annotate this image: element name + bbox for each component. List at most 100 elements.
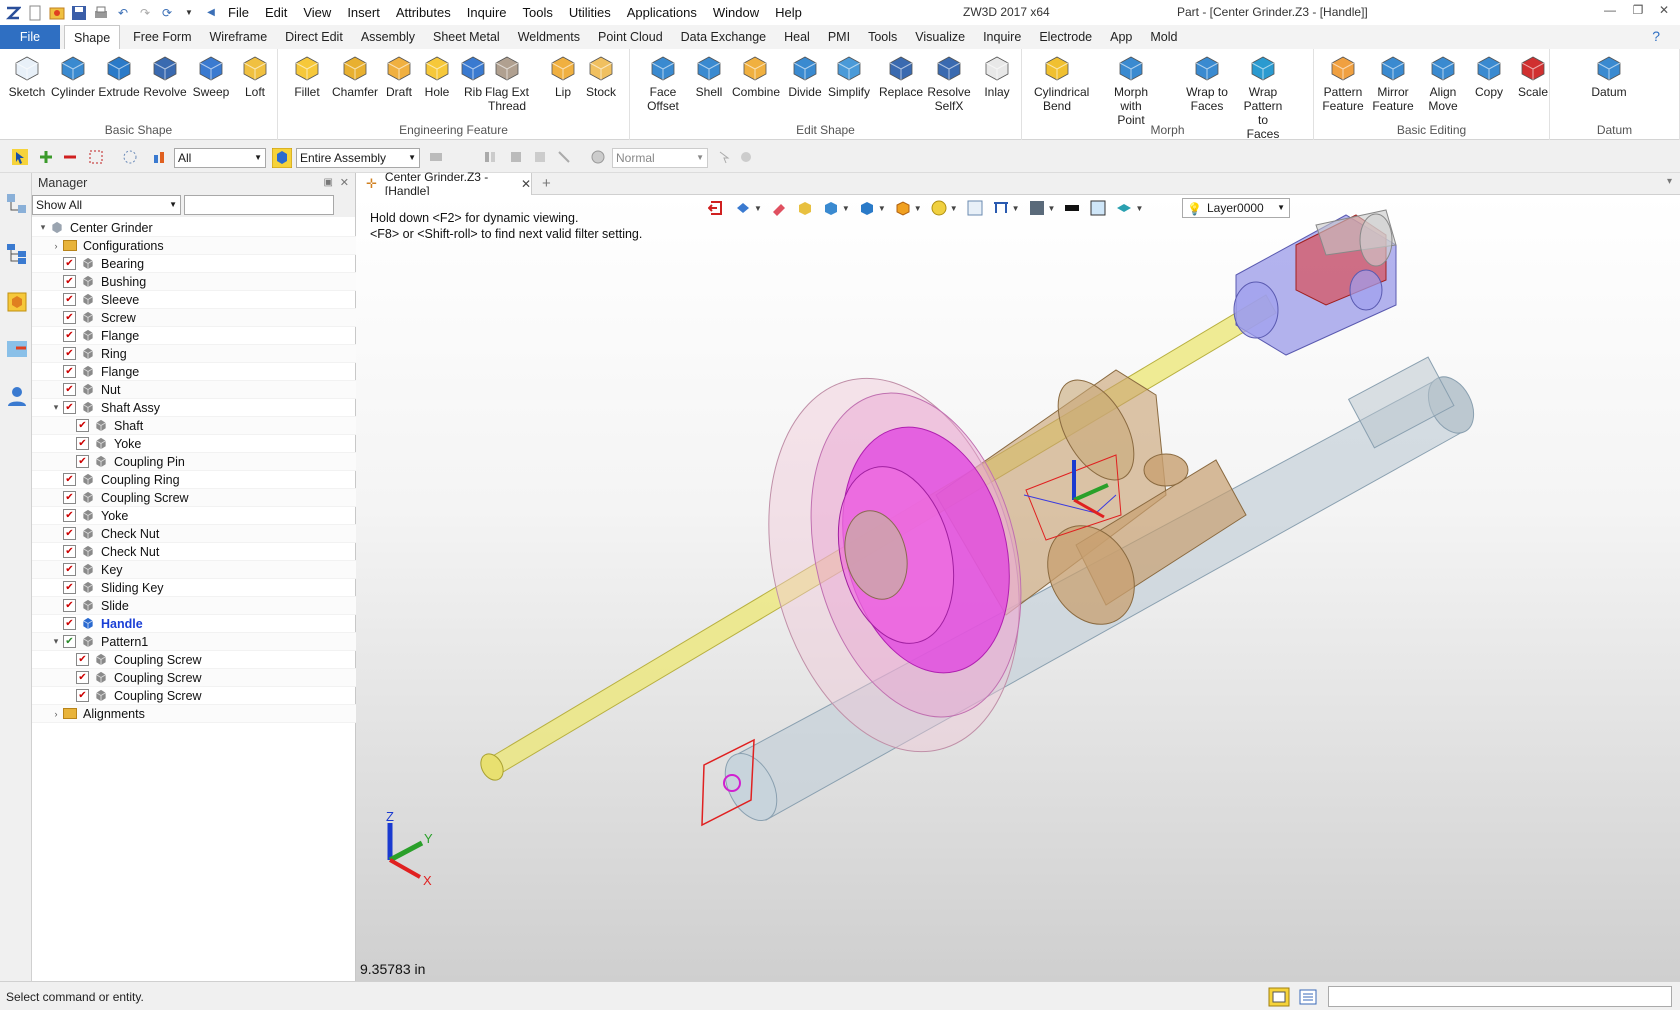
zoom-dropdown-icon[interactable]: ▼ xyxy=(950,204,958,213)
ribbon-tab-shape[interactable]: Shape xyxy=(64,25,121,49)
expand-icon[interactable]: › xyxy=(49,709,63,719)
chamfer-button[interactable]: Chamfer xyxy=(332,53,378,99)
menu-help[interactable]: Help xyxy=(767,0,810,25)
simplify-button[interactable]: Simplify xyxy=(826,53,872,99)
zoom-all-icon[interactable] xyxy=(930,199,948,217)
lasso-icon[interactable] xyxy=(122,149,138,165)
ribbon-tab-heal[interactable]: Heal xyxy=(775,25,819,49)
tree-node[interactable]: ✔ Coupling Pin xyxy=(32,453,356,471)
mirror-feature-button[interactable]: Mirror Feature xyxy=(1370,53,1416,113)
tree-node[interactable]: ✔ Coupling Screw xyxy=(32,669,356,687)
scope-select[interactable]: Entire Assembly ▼ xyxy=(296,148,420,168)
menu-window[interactable]: Window xyxy=(705,0,767,25)
visibility-checkbox[interactable]: ✔ xyxy=(63,527,76,540)
tree-node[interactable]: ✔ Bearing xyxy=(32,255,356,273)
wrap-to-faces-button[interactable]: Wrap to Faces xyxy=(1184,53,1230,113)
collapse-icon[interactable]: ▾ xyxy=(36,222,50,233)
visibility-checkbox[interactable]: ✔ xyxy=(63,257,76,270)
line-color-icon[interactable] xyxy=(1063,199,1081,217)
parts-library-icon[interactable] xyxy=(6,291,28,313)
visibility-checkbox[interactable]: ✔ xyxy=(63,347,76,360)
status-list-icon[interactable] xyxy=(1298,987,1318,1007)
ribbon-tab-visualize[interactable]: Visualize xyxy=(906,25,974,49)
3d-viewport[interactable]: Z Y X Hold down <F2> for dynamic viewing… xyxy=(356,195,1680,981)
tab-list-icon[interactable]: ▾ xyxy=(1667,176,1672,187)
snap-icon[interactable] xyxy=(590,149,606,165)
ribbon-tab-assembly[interactable]: Assembly xyxy=(352,25,424,49)
tree-node[interactable]: ✔ Screw xyxy=(32,309,356,327)
ribbon-tab-free-form[interactable]: Free Form xyxy=(124,25,200,49)
fillet-button[interactable]: Fillet xyxy=(284,53,330,99)
menu-insert[interactable]: Insert xyxy=(339,0,388,25)
tree-node[interactable]: ✔ Coupling Screw xyxy=(32,687,356,705)
restore-button[interactable]: ❐ xyxy=(1628,3,1648,21)
command-input[interactable] xyxy=(1328,986,1672,1007)
assembly-manager-icon[interactable] xyxy=(6,243,28,265)
visibility-checkbox[interactable]: ✔ xyxy=(63,401,76,414)
tree-node[interactable]: ▾ ✔ Shaft Assy xyxy=(32,399,356,417)
tree-node[interactable]: ✔ Nut xyxy=(32,381,356,399)
layer-select[interactable]: 💡 Layer0000 ▼ xyxy=(1182,198,1290,218)
iso-cube-icon[interactable] xyxy=(822,199,840,217)
menu-file[interactable]: File xyxy=(220,0,257,25)
toolbar-tool-5-icon[interactable] xyxy=(556,149,572,165)
menu-inquire[interactable]: Inquire xyxy=(459,0,515,25)
user-icon[interactable] xyxy=(6,385,28,407)
document-tab[interactable]: ✛ Center Grinder.Z3 - [Handle] ✕ xyxy=(356,170,532,198)
select-pointer-icon[interactable] xyxy=(12,149,28,165)
eraser-icon[interactable] xyxy=(770,199,788,217)
face-offset-button[interactable]: Face Offset xyxy=(640,53,686,113)
visibility-checkbox[interactable]: ✔ xyxy=(76,671,89,684)
iso-dropdown-icon[interactable]: ▼ xyxy=(842,204,850,213)
visibility-checkbox[interactable]: ✔ xyxy=(76,653,89,666)
background-dropdown-icon[interactable]: ▼ xyxy=(1048,204,1056,213)
undo-icon[interactable]: ↶ xyxy=(114,4,132,22)
visibility-checkbox[interactable]: ✔ xyxy=(76,419,89,432)
minimize-button[interactable]: — xyxy=(1600,3,1620,21)
toolbar-tool-3-icon[interactable] xyxy=(508,149,524,165)
tree-node[interactable]: ✔ Yoke xyxy=(32,435,356,453)
tree-search-input[interactable] xyxy=(184,195,334,215)
inlay-button[interactable]: Inlay xyxy=(974,53,1020,99)
ribbon-tab-pmi[interactable]: PMI xyxy=(819,25,859,49)
visibility-checkbox[interactable]: ✔ xyxy=(63,545,76,558)
visibility-checkbox[interactable]: ✔ xyxy=(63,581,76,594)
visibility-checkbox[interactable]: ✔ xyxy=(63,275,76,288)
tree-node[interactable]: ✔ Check Nut xyxy=(32,525,356,543)
ribbon-tab-app[interactable]: App xyxy=(1101,25,1141,49)
view-orient-icon[interactable] xyxy=(734,199,752,217)
revolve-button[interactable]: Revolve xyxy=(142,53,188,99)
copy-button[interactable]: Copy xyxy=(1466,53,1512,99)
combine-button[interactable]: Combine xyxy=(732,53,780,99)
visibility-checkbox[interactable]: ✔ xyxy=(63,599,76,612)
remove-filter-icon[interactable] xyxy=(62,149,78,165)
cylinder-button[interactable]: Cylinder xyxy=(50,53,96,99)
tree-node[interactable]: ✔ Slide xyxy=(32,597,356,615)
stock-button[interactable]: Stock xyxy=(578,53,624,99)
sketch-button[interactable]: Sketch xyxy=(4,53,50,99)
tree-node[interactable]: ✔ Sleeve xyxy=(32,291,356,309)
divide-button[interactable]: Divide xyxy=(782,53,828,99)
zoom-window-icon[interactable] xyxy=(966,199,984,217)
replace-button[interactable]: Replace xyxy=(878,53,924,99)
filter-select[interactable]: All ▼ xyxy=(174,148,266,168)
toolbar-tool-1-icon[interactable] xyxy=(428,149,444,165)
pin-icon[interactable]: ▣ xyxy=(324,173,333,193)
ribbon-tab-point-cloud[interactable]: Point Cloud xyxy=(589,25,672,49)
visibility-checkbox[interactable]: ✔ xyxy=(63,509,76,522)
visibility-checkbox[interactable]: ✔ xyxy=(76,455,89,468)
visibility-checkbox[interactable]: ✔ xyxy=(63,491,76,504)
print-icon[interactable] xyxy=(92,4,110,22)
redo-icon[interactable]: ↷ xyxy=(136,4,154,22)
visibility-checkbox[interactable]: ✔ xyxy=(63,293,76,306)
face-color-icon[interactable] xyxy=(1089,199,1107,217)
tree-node[interactable]: ✔ Yoke xyxy=(32,507,356,525)
ribbon-tab-weldments[interactable]: Weldments xyxy=(509,25,589,49)
visibility-checkbox[interactable]: ✔ xyxy=(63,311,76,324)
tree-node[interactable]: ✔ Flange xyxy=(32,327,356,345)
view-orient-dropdown-icon[interactable]: ▼ xyxy=(754,204,762,213)
ribbon-tab-data-exchange[interactable]: Data Exchange xyxy=(672,25,775,49)
exit-icon[interactable] xyxy=(708,199,726,217)
wire-cube-icon[interactable] xyxy=(894,199,912,217)
tree-node[interactable]: ✔ Coupling Screw xyxy=(32,489,356,507)
